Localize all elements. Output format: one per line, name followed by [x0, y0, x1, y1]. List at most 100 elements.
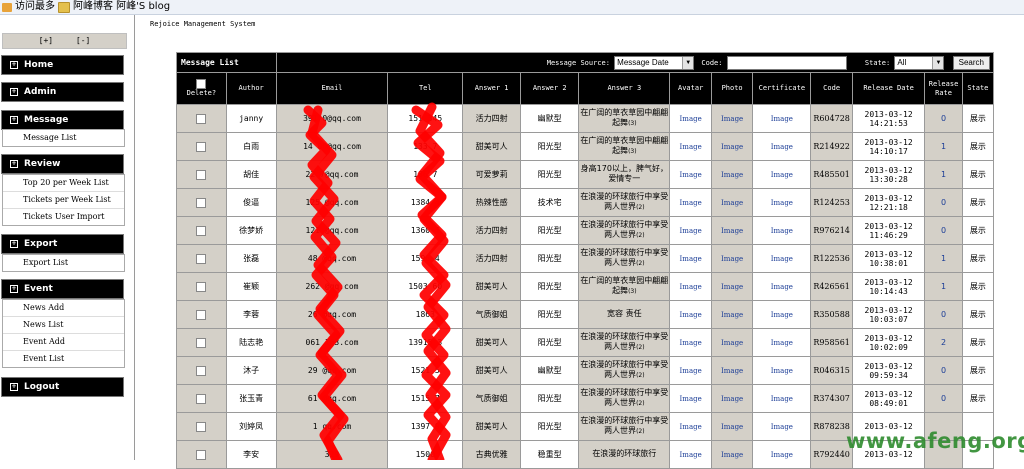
author-cell: 陆志艳 [225, 328, 277, 357]
avatar-image-link[interactable]: Image [680, 423, 702, 431]
nav-export-list[interactable]: Export List [3, 255, 124, 271]
collapse-all-button[interactable]: [-] [76, 36, 90, 45]
bookmark-most-visited[interactable]: 访问最多 [2, 0, 55, 14]
state-select[interactable]: All ▼ [894, 55, 945, 70]
certificate-image-link[interactable]: Image [771, 423, 793, 431]
answer2-cell: 幽默型 [520, 356, 580, 385]
avatar-cell: Image [669, 132, 712, 161]
certificate-image-link[interactable]: Image [771, 227, 793, 235]
photo-image-link[interactable]: Image [721, 115, 743, 123]
photo-image-link[interactable]: Image [721, 199, 743, 207]
delete-checkbox[interactable] [196, 225, 207, 236]
watermark: www.afeng.org [846, 429, 1024, 453]
photo-image-link[interactable]: Image [721, 143, 743, 151]
delete-checkbox[interactable] [196, 141, 207, 152]
avatar-image-link[interactable]: Image [680, 115, 702, 123]
photo-image-link[interactable]: Image [721, 395, 743, 403]
code-cell: R374307 [810, 384, 853, 413]
avatar-image-link[interactable]: Image [680, 171, 702, 179]
menu-admin[interactable]: + Admin [2, 83, 123, 101]
photo-image-link[interactable]: Image [721, 255, 743, 263]
avatar-cell: Image [669, 160, 712, 189]
table-row: 张玉青 61 @qq.com 1515 7 气质御姐 阳光型 在浪漫的环球旅行中享受两人世… [176, 384, 995, 413]
certificate-image-link[interactable]: Image [771, 367, 793, 375]
code-input[interactable] [726, 55, 847, 70]
avatar-image-link[interactable]: Image [680, 395, 702, 403]
nav-event-list[interactable]: Event List [3, 351, 124, 367]
search-button[interactable]: Search [952, 55, 990, 70]
certificate-image-link[interactable]: Image [771, 451, 793, 459]
certificate-image-link[interactable]: Image [771, 199, 793, 207]
delete-checkbox[interactable] [196, 421, 207, 432]
answer3-text: 在广阔的草衣草园中翩翩起舞 [580, 136, 669, 155]
release-date: 2013-03-12 [864, 361, 913, 371]
avatar-image-link[interactable]: Image [680, 367, 702, 375]
avatar-image-link[interactable]: Image [680, 339, 702, 347]
menu-event[interactable]: + Event [2, 280, 123, 298]
expand-all-button[interactable]: [+] [39, 36, 53, 45]
delete-checkbox[interactable] [196, 337, 207, 348]
certificate-image-link[interactable]: Image [771, 115, 793, 123]
nav-top20-week[interactable]: Top 20 per Week List [3, 175, 124, 192]
delete-checkbox[interactable] [196, 197, 207, 208]
certificate-image-link[interactable]: Image [771, 143, 793, 151]
menu-logout[interactable]: + Logout [2, 378, 123, 396]
answer1-cell: 甜美可人 [462, 132, 522, 161]
delete-checkbox[interactable] [196, 393, 207, 404]
photo-image-link[interactable]: Image [721, 171, 743, 179]
plus-icon: + [10, 61, 18, 69]
certificate-image-link[interactable]: Image [771, 395, 793, 403]
nav-news-add[interactable]: News Add [3, 300, 124, 317]
avatar-image-link[interactable]: Image [680, 283, 702, 291]
photo-cell: Image [710, 328, 754, 357]
avatar-image-link[interactable]: Image [680, 199, 702, 207]
nav-news-list[interactable]: News List [3, 317, 124, 334]
delete-checkbox[interactable] [196, 169, 207, 180]
avatar-image-link[interactable]: Image [680, 227, 702, 235]
photo-image-link[interactable]: Image [721, 311, 743, 319]
certificate-image-link[interactable]: Image [771, 171, 793, 179]
photo-image-link[interactable]: Image [721, 339, 743, 347]
answer3-text: 在浪漫的环球旅行中享受两人世界 [580, 332, 669, 351]
menu-review[interactable]: + Review [2, 155, 123, 173]
avatar-cell: Image [669, 356, 712, 385]
photo-image-link[interactable]: Image [721, 227, 743, 235]
menu-admin-label: Admin [24, 87, 57, 97]
delete-checkbox[interactable] [196, 365, 207, 376]
avatar-image-link[interactable]: Image [680, 451, 702, 459]
nav-event-add[interactable]: Event Add [3, 334, 124, 351]
photo-image-link[interactable]: Image [721, 283, 743, 291]
release-date-cell: 2013-03-12 14:21:53 [851, 104, 926, 133]
delete-checkbox[interactable] [196, 309, 207, 320]
avatar-cell: Image [669, 188, 712, 217]
col-answer2: Answer 2 [520, 72, 580, 105]
photo-image-link[interactable]: Image [721, 367, 743, 375]
nav-message-list[interactable]: Message List [3, 130, 124, 146]
menu-home[interactable]: + Home [2, 56, 123, 74]
delete-checkbox[interactable] [196, 253, 207, 264]
menu-logout-label: Logout [24, 382, 60, 392]
certificate-image-link[interactable]: Image [771, 283, 793, 291]
delete-checkbox[interactable] [196, 113, 207, 124]
photo-image-link[interactable]: Image [721, 451, 743, 459]
certificate-image-link[interactable]: Image [771, 339, 793, 347]
avatar-image-link[interactable]: Image [680, 311, 702, 319]
table-row: 俊逼 125 @qq.com 1384 4 热辣性感 技术宅 在浪漫的环球旅行中享受两人世… [176, 188, 995, 217]
nav-tickets-import[interactable]: Tickets User Import [3, 209, 124, 225]
avatar-cell: Image [669, 440, 712, 469]
delete-checkbox[interactable] [196, 449, 207, 460]
delete-checkbox[interactable] [196, 281, 207, 292]
certificate-image-link[interactable]: Image [771, 255, 793, 263]
nav-tickets-week[interactable]: Tickets per Week List [3, 192, 124, 209]
release-date: 2013-03-12 [864, 333, 913, 343]
avatar-image-link[interactable]: Image [680, 255, 702, 263]
message-source-select[interactable]: Message Date ▼ [614, 55, 695, 70]
certificate-image-link[interactable]: Image [771, 311, 793, 319]
bookmark-afeng-blog[interactable]: 阿峰博客 阿峰'S blog [58, 0, 170, 14]
menu-message[interactable]: + Message [2, 111, 123, 129]
select-all-checkbox[interactable] [196, 79, 207, 89]
avatar-image-link[interactable]: Image [680, 143, 702, 151]
photo-image-link[interactable]: Image [721, 423, 743, 431]
release-date: 2013-03-12 [864, 221, 913, 231]
menu-export[interactable]: + Export [2, 235, 123, 253]
